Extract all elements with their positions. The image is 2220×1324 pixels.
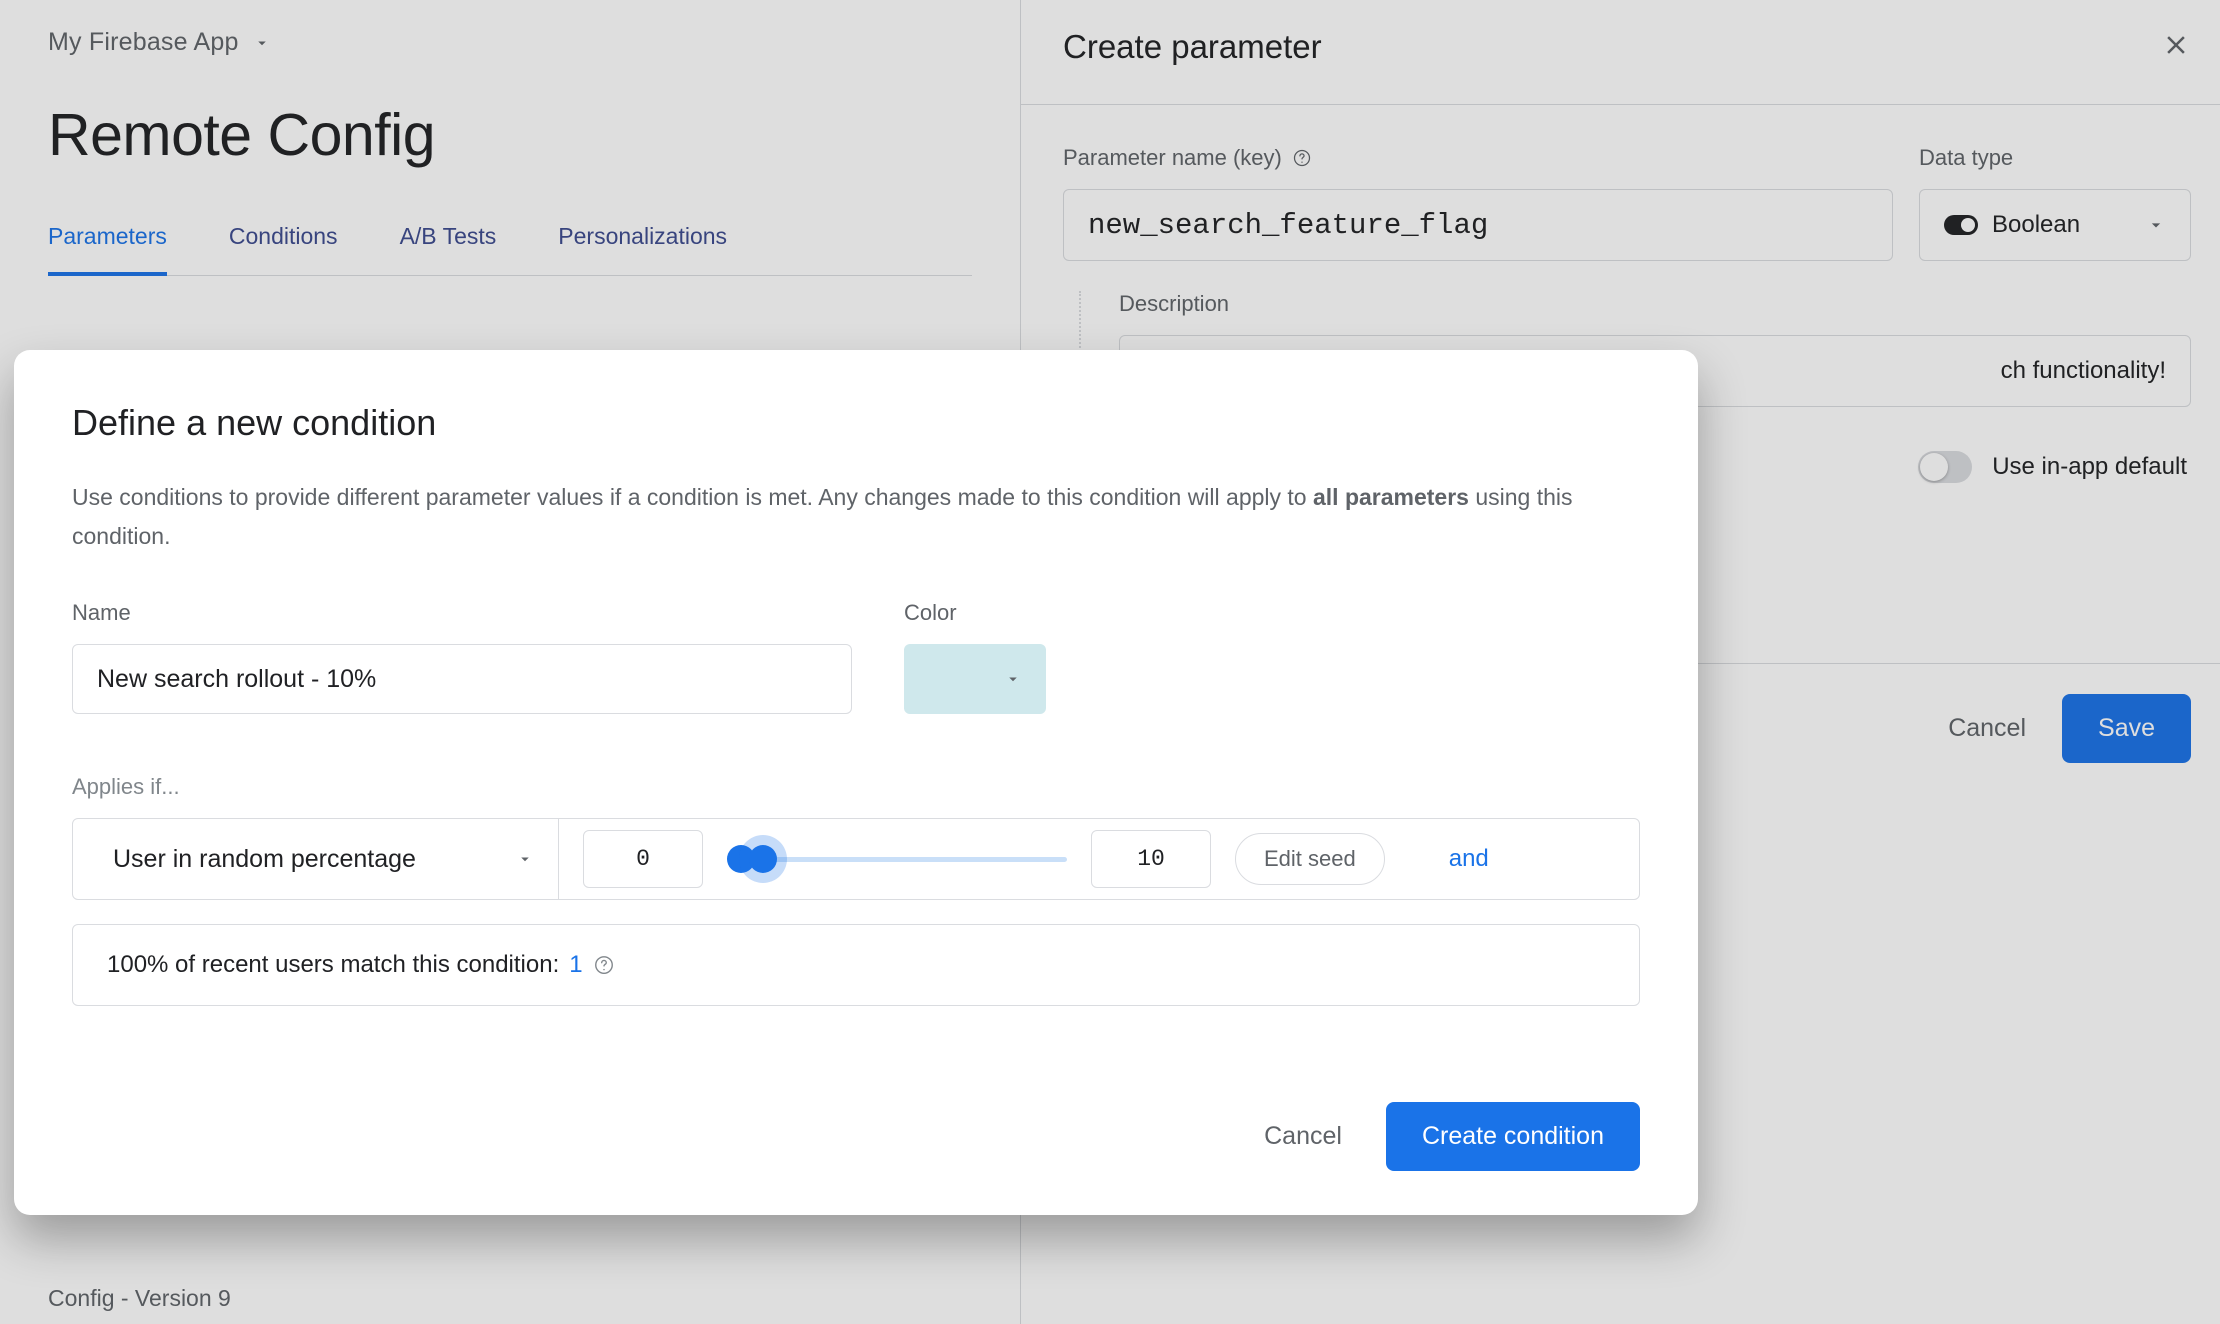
rule-condition-value: User in random percentage xyxy=(113,845,416,874)
condition-name-input[interactable] xyxy=(72,644,852,714)
condition-color-select[interactable] xyxy=(904,644,1046,714)
chevron-down-icon xyxy=(516,850,534,868)
dialog-title: Define a new condition xyxy=(72,402,1640,444)
add-and-button[interactable]: and xyxy=(1449,845,1489,873)
match-text: 100% of recent users match this conditio… xyxy=(107,951,559,979)
applies-if-label: Applies if... xyxy=(72,774,1640,800)
slider-handle-hi[interactable] xyxy=(749,845,777,873)
percentage-slider[interactable] xyxy=(727,849,1067,869)
range-hi-input[interactable] xyxy=(1091,830,1211,888)
dialog-cancel-button[interactable]: Cancel xyxy=(1264,1122,1342,1151)
define-condition-dialog: Define a new condition Use conditions to… xyxy=(14,350,1698,1215)
create-condition-button[interactable]: Create condition xyxy=(1386,1102,1640,1171)
chevron-down-icon xyxy=(1004,670,1022,688)
help-icon[interactable] xyxy=(593,954,615,976)
rule-row: User in random percentage Edit seed and xyxy=(72,818,1640,900)
dialog-description: Use conditions to provide different para… xyxy=(72,478,1592,556)
edit-seed-button[interactable]: Edit seed xyxy=(1235,833,1385,885)
slider-track xyxy=(727,857,1067,862)
condition-name-label: Name xyxy=(72,600,852,626)
match-count: 1 xyxy=(569,951,582,979)
rule-condition-select[interactable]: User in random percentage xyxy=(89,819,559,899)
range-lo-input[interactable] xyxy=(583,830,703,888)
condition-color-label: Color xyxy=(904,600,1046,626)
match-info-row: 100% of recent users match this conditio… xyxy=(72,924,1640,1006)
